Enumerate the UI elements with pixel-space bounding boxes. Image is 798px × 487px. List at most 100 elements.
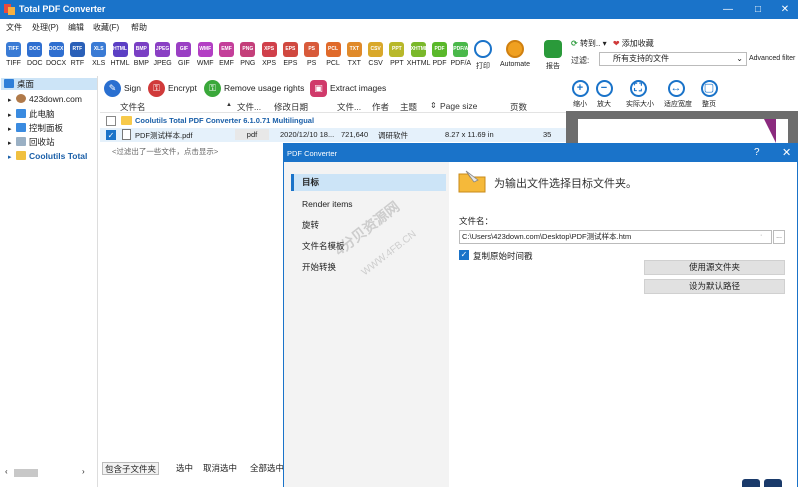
menu-file[interactable]: 文件 — [6, 22, 22, 33]
filter-select[interactable]: 所有支持的文件 ⌄ — [599, 52, 747, 66]
nav-start-conversion[interactable]: 开始转换 — [291, 259, 446, 276]
format-button-png[interactable]: PNG PNG — [239, 42, 256, 72]
format-button-wmf[interactable]: WMF WMF — [197, 42, 214, 72]
menu-process[interactable]: 处理(P) — [32, 22, 59, 33]
close-button[interactable]: ✕ — [770, 2, 798, 17]
zoom-out-label: 缩小 — [573, 101, 587, 108]
folder-icon — [121, 116, 132, 125]
format-icon: WMF — [197, 42, 213, 57]
goto-button[interactable]: 转到.. ▾ — [580, 39, 607, 48]
minimize-button[interactable]: — — [713, 2, 743, 17]
nav-rotate[interactable]: 旋转 — [291, 217, 446, 234]
format-button-pdf-a[interactable]: PDF/A PDF/A — [450, 42, 471, 72]
format-button-docx[interactable]: DOCX DOCX — [46, 42, 66, 72]
filter-label: 过滤: — [571, 56, 590, 65]
corner-button-1[interactable] — [742, 479, 760, 487]
format-button-tiff[interactable]: TIFF TIFF — [5, 42, 22, 72]
fit-width-button[interactable]: ↔ 适应宽度 — [664, 80, 692, 109]
tree-item-this-pc[interactable]: ▸ 此电脑 — [8, 108, 55, 120]
remove-usage-rights-button[interactable]: ⚿ Remove usage rights — [204, 79, 304, 98]
format-button-gif[interactable]: GIF GIF — [175, 42, 192, 72]
actual-size-button[interactable]: ⛶ 实际大小 — [626, 80, 654, 109]
zoom-out-button[interactable]: + 缩小 — [568, 80, 592, 109]
format-button-ppt[interactable]: PPT PPT — [388, 42, 405, 72]
file-checkbox[interactable]: ✓ — [106, 130, 116, 140]
format-button-rtf[interactable]: RTF RTF — [69, 42, 86, 72]
full-page-button[interactable]: ▢ 整页 — [697, 80, 721, 109]
maximize-button[interactable]: □ — [743, 2, 773, 17]
sign-button[interactable]: ✎ Sign — [104, 79, 141, 98]
extract-images-button[interactable]: ▣ Extract images — [310, 79, 386, 98]
file-size: 721,640 — [341, 130, 369, 139]
report-button[interactable]: 报告 — [542, 40, 564, 74]
dialog-help-button[interactable]: ? — [754, 147, 760, 158]
format-button-eps[interactable]: EPS EPS — [282, 42, 299, 72]
zoom-in-button[interactable]: − 放大 — [592, 80, 616, 109]
include-subfolders-button[interactable]: 包含子文件夹 — [102, 462, 160, 475]
browse-button[interactable]: ... — [773, 230, 785, 244]
col-subject[interactable]: 主题 — [400, 101, 417, 113]
corner-button-2[interactable] — [764, 479, 782, 487]
sort-asc-icon: ▲ — [226, 102, 232, 108]
select-all-button[interactable]: 全部选中 — [248, 462, 286, 475]
tree-item-423down[interactable]: ▸ 423down.com — [8, 94, 82, 106]
scroll-thumb[interactable] — [14, 469, 38, 477]
print-button[interactable]: 打印 — [472, 40, 494, 74]
col-author[interactable]: 作者 — [372, 101, 389, 113]
selection-bar: 包含子文件夹 选中 取消选中 全部选中 — [100, 459, 286, 477]
nav-target[interactable]: 目标 — [291, 174, 446, 191]
nav-filename-template[interactable]: 文件名模板 — [291, 238, 446, 255]
col-page-size[interactable]: Page size — [440, 101, 477, 111]
clear-field-button[interactable]: · — [760, 232, 762, 239]
col-pages[interactable]: 页数 — [510, 101, 527, 113]
dialog-title: PDF Converter — [287, 149, 338, 158]
col-modified[interactable]: 修改日期 — [274, 101, 308, 113]
col-filename[interactable]: 文件名 — [120, 101, 146, 113]
deselect-button[interactable]: 取消选中 — [201, 462, 239, 475]
group-checkbox[interactable] — [106, 116, 116, 126]
output-filename-field[interactable]: C:\Users\423down.com\Desktop\PDF测试样本.htm — [459, 230, 772, 244]
advanced-filter-button[interactable]: Advanced filter — [749, 55, 795, 62]
group-row[interactable]: Coolutils Total PDF Converter 6.1.0.71 M… — [100, 114, 566, 128]
nav-render-items[interactable]: Render items — [291, 196, 446, 213]
full-page-icon: ▢ — [700, 80, 718, 97]
format-button-bmp[interactable]: BMP BMP — [133, 42, 150, 72]
tree-horizontal-scrollbar[interactable]: ‹ › — [0, 466, 98, 480]
format-button-csv[interactable]: CSV CSV — [367, 42, 384, 72]
format-icon: EPS — [282, 42, 298, 57]
automate-button[interactable]: Automate — [498, 40, 532, 74]
format-button-xls[interactable]: XLS XLS — [90, 42, 107, 72]
table-row[interactable]: ✓ PDF测试样本.pdf pdf 2020/12/10 18... 721,6… — [100, 128, 566, 142]
format-button-xhtml[interactable]: XHTML XHTML — [407, 42, 430, 72]
format-button-pcl[interactable]: PCL PCL — [325, 42, 342, 72]
menu-help[interactable]: 帮助 — [131, 22, 147, 33]
tree-item-recycle-bin[interactable]: ▸ 回收站 — [8, 136, 55, 148]
filtered-files-note[interactable]: <过滤出了一些文件，点击显示> — [112, 146, 218, 157]
format-button-html[interactable]: HTML HTML — [110, 42, 130, 72]
use-source-folder-button[interactable]: 使用源文件夹 — [644, 260, 785, 275]
tree-label: 桌面 — [17, 79, 35, 89]
format-button-pdf[interactable]: PDF PDF — [431, 42, 448, 72]
col-file-size[interactable]: 文件... — [337, 101, 361, 113]
format-button-doc[interactable]: DOC DOC — [26, 42, 43, 72]
tree-item-control-panel[interactable]: ▸ 控制面板 — [8, 122, 63, 134]
dialog-close-button[interactable]: ✕ — [782, 146, 791, 159]
zoom-in-label: 放大 — [597, 101, 611, 108]
format-button-txt[interactable]: TXT TXT — [346, 42, 363, 72]
encrypt-button[interactable]: ⚿ Encrypt — [148, 79, 197, 98]
format-label: PNG — [240, 60, 256, 67]
format-button-ps[interactable]: PS PS — [303, 42, 320, 72]
format-button-jpeg[interactable]: JPEG JPEG — [153, 42, 172, 72]
tree-item-coolutils[interactable]: ▸ Coolutils Total — [8, 151, 87, 163]
tree-item-desktop[interactable]: 桌面 — [4, 78, 34, 90]
menu-favorites[interactable]: 收藏(F) — [93, 22, 119, 33]
col-file-type[interactable]: 文件... — [237, 101, 261, 113]
add-favorite-button[interactable]: 添加收藏 — [622, 39, 654, 48]
format-button-xps[interactable]: XPS XPS — [261, 42, 278, 72]
format-button-emf[interactable]: EMF EMF — [218, 42, 235, 72]
copy-timestamp-checkbox[interactable]: ✓ — [459, 250, 469, 260]
set-default-path-button[interactable]: 设为默认路径 — [644, 279, 785, 294]
select-button[interactable]: 选中 — [174, 462, 195, 475]
format-icon: TXT — [346, 42, 362, 57]
menu-edit[interactable]: 编辑 — [68, 22, 84, 33]
